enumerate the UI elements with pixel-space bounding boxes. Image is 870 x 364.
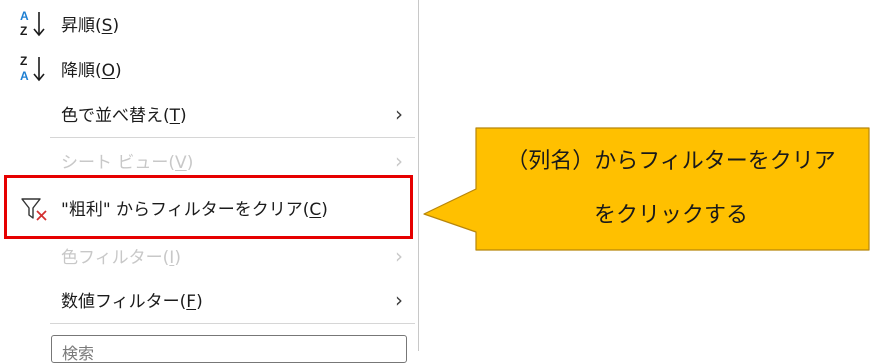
- sort-by-color-label: 色で並べ替え(T): [61, 106, 187, 126]
- chevron-right-icon: ›: [395, 243, 403, 268]
- color-filter-label: 色フィルター(I): [61, 248, 181, 268]
- number-filter-item[interactable]: 数値フィルター(F) ›: [0, 276, 418, 323]
- menu-separator: [50, 323, 415, 324]
- search-placeholder: 検索: [62, 344, 95, 363]
- number-filter-label: 数値フィルター(F): [61, 292, 203, 312]
- search-input[interactable]: 検索: [51, 335, 407, 363]
- callout-text: （列名）からフィルターをクリア をクリックする: [476, 128, 866, 250]
- callout-line-2: をクリックする: [593, 203, 748, 228]
- sort-descending-label: 降順(O): [61, 61, 122, 81]
- svg-text:A: A: [20, 69, 29, 83]
- chevron-right-icon: ›: [395, 148, 403, 173]
- chevron-right-icon: ›: [395, 101, 403, 126]
- sort-ascending-icon: A Z: [20, 9, 45, 38]
- color-filter-item: 色フィルター(I) ›: [0, 232, 418, 279]
- sort-descending-icon: Z A: [20, 54, 45, 83]
- sheet-view-label: シート ビュー(V): [61, 153, 194, 173]
- svg-text:A: A: [20, 9, 29, 23]
- sort-ascending-item[interactable]: A Z 昇順(S): [0, 0, 418, 47]
- callout-line-1: （列名）からフィルターをクリア: [506, 149, 836, 174]
- sort-descending-item[interactable]: Z A 降順(O): [0, 45, 418, 92]
- highlight-frame: [4, 175, 413, 239]
- sort-ascending-label: 昇順(S): [61, 16, 120, 36]
- svg-text:Z: Z: [20, 54, 27, 68]
- chevron-right-icon: ›: [395, 287, 403, 312]
- sort-by-color-item[interactable]: 色で並べ替え(T) ›: [0, 90, 418, 137]
- svg-text:Z: Z: [20, 24, 27, 38]
